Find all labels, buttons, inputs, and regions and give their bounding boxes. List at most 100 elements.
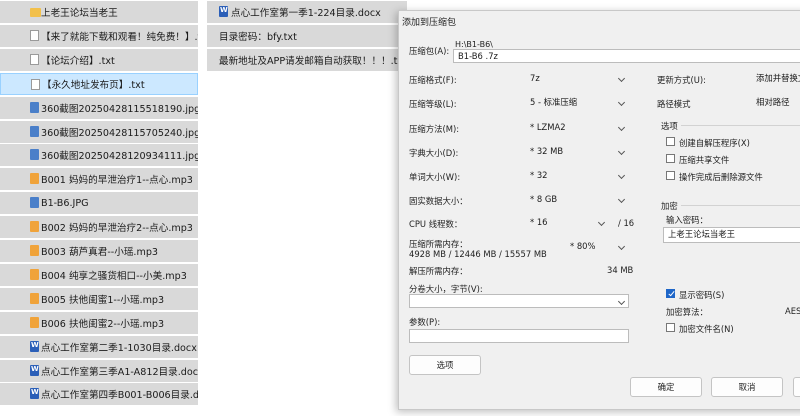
- mem-percent-value: * 80%: [570, 241, 596, 251]
- archive-label: 压缩包(A):: [409, 46, 450, 56]
- file-name: 点心工作室第三季A1-A812目录.docx: [41, 366, 198, 378]
- help-button[interactable]: [793, 377, 800, 397]
- mem-comp-value: 4928 MB / 12446 MB / 15557 MB: [409, 249, 547, 259]
- solid-select[interactable]: * 8 GB: [525, 192, 629, 206]
- word-label: 单词大小(W):: [409, 172, 461, 182]
- format-select[interactable]: 7z: [525, 71, 629, 85]
- file-list-item[interactable]: 【来了就能下载和观看！纯免费！】.txt: [0, 24, 198, 47]
- file-list-item[interactable]: B1-B6.JPG: [0, 192, 198, 215]
- params-label: 参数(P):: [409, 317, 441, 327]
- path-mode-label: 路径模式: [657, 99, 691, 109]
- file-name: 360截图20250428115518190.jpg: [41, 103, 198, 115]
- update-select[interactable]: 添加并替换文: [751, 71, 800, 85]
- file-list-item[interactable]: B005 扶他闺蜜1--小瑶.mp3: [0, 287, 198, 310]
- level-select[interactable]: 5 - 标准压缩: [525, 95, 629, 109]
- text-file-icon: [31, 78, 40, 90]
- file-list-item[interactable]: B003 葫芦真君--小瑶.mp3: [0, 240, 198, 262]
- mem-percent-select[interactable]: * 80%: [565, 239, 629, 253]
- method-select[interactable]: * LZMA2: [525, 120, 629, 134]
- options-group-divider: [681, 125, 800, 126]
- encrypt-names-checkbox[interactable]: [666, 323, 675, 332]
- file-name: 360截图20250428115705240.jpg: [41, 127, 198, 139]
- file-name: 【论坛介绍】.txt: [41, 55, 115, 67]
- file-name: B002 妈妈的早泄治疗2--点心.mp3: [41, 223, 193, 235]
- file-list-item[interactable]: 点心工作室第二季1-1030目录.docx: [0, 335, 198, 358]
- format-value: 7z: [530, 73, 540, 83]
- text-file-icon: [30, 53, 39, 65]
- sfx-label: 创建自解压程序(X): [679, 138, 750, 148]
- show-password-checkbox[interactable]: [666, 289, 675, 298]
- file-list-item[interactable]: 点心工作室第四季B001-B006目录.docx: [0, 383, 198, 406]
- password-label: 输入密码：: [666, 215, 708, 225]
- split-select[interactable]: [409, 294, 629, 308]
- file-list-item[interactable]: 点心工作室第一季1-224目录.docx: [207, 1, 407, 23]
- file-list-item[interactable]: 【永久地址发布页】.txt: [0, 72, 198, 95]
- text-file-icon: [30, 29, 39, 41]
- enc-method-value[interactable]: AES-: [785, 306, 800, 316]
- file-list-item[interactable]: 最新地址及APP请发邮箱自动获取！！！.txt: [207, 48, 407, 71]
- encrypt-group-label: 加密: [661, 201, 678, 211]
- file-list-item[interactable]: 360截图20250428115518190.jpg: [0, 96, 198, 119]
- shared-files-label: 压缩共享文件: [679, 155, 730, 165]
- file-list-item[interactable]: 【论坛介绍】.txt: [0, 48, 198, 71]
- file-list-left: 上老王论坛当老王【来了就能下载和观看！纯免费！】.txt 【论坛介绍】.txt 【永…: [0, 0, 198, 416]
- word-doc-icon: [30, 364, 39, 376]
- options-button[interactable]: 选项: [409, 355, 481, 375]
- params-input[interactable]: [409, 329, 629, 343]
- file-list-item[interactable]: 上老王论坛当老王: [0, 1, 198, 23]
- solid-value: * 8 GB: [530, 194, 558, 204]
- enc-method-label: 加密算法：: [666, 307, 708, 317]
- file-name: B004 纯享之骚货相口--小美.mp3: [41, 270, 187, 282]
- chevron-down-icon: [617, 123, 626, 132]
- ok-button[interactable]: 确定: [630, 377, 702, 397]
- cancel-button[interactable]: 取消: [711, 377, 783, 397]
- path-mode-select[interactable]: 相对路径: [751, 95, 800, 109]
- mem-decomp-label: 解压所需内存：: [409, 266, 468, 276]
- chevron-down-icon: [617, 98, 626, 107]
- image-file-icon: [30, 125, 39, 137]
- file-list-item[interactable]: 360截图20250428120934111.jpg: [0, 144, 198, 167]
- dict-label: 字典大小(D):: [409, 148, 459, 158]
- file-name: 【永久地址发布页】.txt: [42, 79, 145, 91]
- chevron-down-icon: [617, 74, 626, 83]
- file-name: 点心工作室第一季1-224目录.docx: [231, 8, 381, 19]
- word-select[interactable]: * 32: [525, 168, 629, 182]
- file-list-item[interactable]: 目录密码：bfy.txt: [207, 24, 407, 47]
- chevron-down-icon: [617, 242, 626, 251]
- file-list-item[interactable]: 点心工作室第三季A1-A812目录.docx: [0, 359, 198, 382]
- path-mode-value: 相对路径: [756, 97, 790, 107]
- file-name: B005 扶他闺蜜1--小瑶.mp3: [41, 294, 165, 306]
- file-list-item[interactable]: 360截图20250428115705240.jpg: [0, 120, 198, 143]
- image-file-icon: [30, 149, 39, 161]
- dict-select[interactable]: * 32 MB: [525, 144, 629, 158]
- audio-file-icon: [30, 245, 39, 256]
- file-list-item[interactable]: B001 妈妈的早泄治疗1--点心.mp3: [0, 168, 198, 191]
- file-list-item[interactable]: B004 纯享之骚货相口--小美.mp3: [0, 263, 198, 286]
- delete-source-checkbox[interactable]: [666, 171, 675, 180]
- encrypt-group-divider: [681, 205, 800, 206]
- chevron-down-icon: [617, 297, 626, 306]
- update-value: 添加并替换文: [756, 73, 800, 83]
- password-input[interactable]: 上老王论坛当老王: [663, 227, 800, 243]
- cpu-select[interactable]: * 16: [525, 215, 609, 229]
- archive-name-input[interactable]: B1-B6 .7z: [453, 49, 800, 63]
- image-file-icon: [30, 197, 39, 209]
- file-name: 目录密码：bfy.txt: [219, 31, 297, 43]
- chevron-down-icon: [617, 171, 626, 180]
- options-group-label: 选项: [661, 121, 678, 131]
- file-list-item[interactable]: B002 妈妈的早泄治疗2--点心.mp3: [0, 216, 198, 239]
- image-file-icon: [30, 101, 39, 113]
- word-doc-icon: [30, 388, 39, 400]
- level-label: 压缩等级(L):: [409, 99, 457, 109]
- file-name: B1-B6.JPG: [41, 197, 89, 209]
- archive-path: H:\B1-B6\: [455, 40, 493, 49]
- file-name: 【来了就能下载和观看！纯免费！】.txt: [41, 31, 198, 43]
- word-value: * 32: [530, 170, 548, 180]
- file-list-item[interactable]: B006 扶他闺蜜2--小瑶.mp3: [0, 311, 198, 334]
- delete-source-label: 操作完成后删除源文件: [679, 172, 763, 182]
- file-name: B001 妈妈的早泄治疗1--点心.mp3: [41, 175, 193, 187]
- sfx-checkbox[interactable]: [666, 137, 675, 146]
- shared-files-checkbox[interactable]: [666, 154, 675, 163]
- add-to-archive-dialog: 添加到压缩包 压缩包(A): H:\B1-B6\ B1-B6 .7z 压缩格式(…: [398, 10, 800, 410]
- chevron-down-icon: [597, 218, 606, 227]
